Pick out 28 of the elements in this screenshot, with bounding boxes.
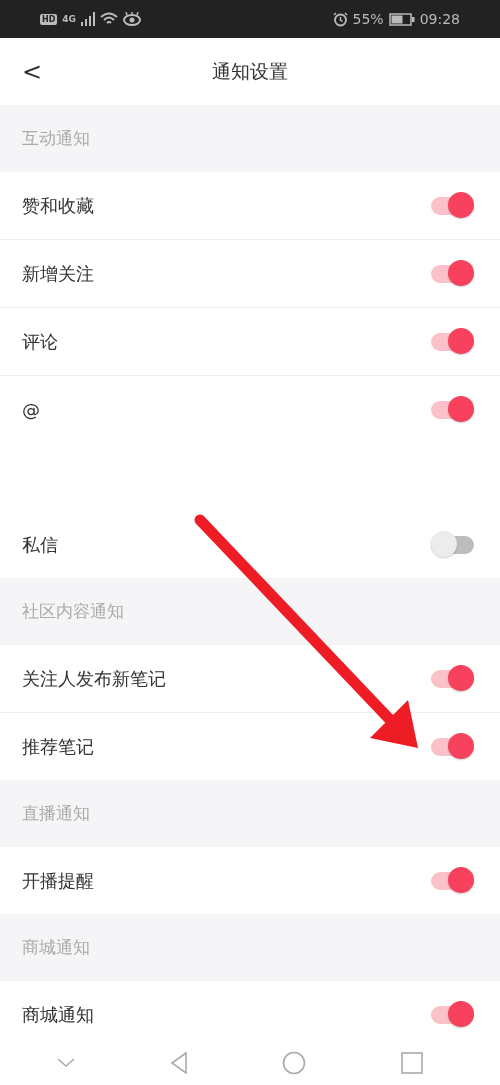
back-triangle-icon[interactable] [169, 1051, 188, 1074]
section-title: 商城通知 [22, 936, 90, 959]
back-button[interactable]: < [14, 56, 51, 88]
recent-square-icon[interactable] [400, 1051, 423, 1074]
alarm-icon [332, 11, 348, 27]
signal-icon [81, 12, 95, 26]
setting-label: 开播提醒 [22, 868, 94, 893]
section-title: 社区内容通知 [22, 600, 124, 623]
setting-label: 评论 [22, 329, 58, 354]
network-label: 4G [62, 14, 76, 24]
section-title: 互动通知 [22, 127, 90, 150]
setting-label: @ [22, 399, 40, 420]
chevron-down-icon[interactable] [57, 1057, 76, 1068]
setting-label: 私信 [22, 532, 58, 557]
setting-label: 关注人发布新笔记 [22, 666, 166, 691]
eye-icon [123, 12, 141, 26]
setting-label: 商城通知 [22, 1002, 94, 1027]
section-title: 直播通知 [22, 802, 90, 825]
setting-label: 新增关注 [22, 261, 94, 286]
setting-label: 推荐笔记 [22, 734, 94, 759]
battery-icon [388, 12, 415, 26]
battery-percent: 55% [352, 11, 384, 27]
home-circle-icon[interactable] [282, 1050, 307, 1075]
page-title: 通知设置 [212, 58, 288, 84]
setting-label: 赞和收藏 [22, 193, 94, 218]
hd-badge: HD [40, 13, 58, 25]
clock-time: 09:28 [419, 11, 460, 27]
wifi-icon [100, 12, 118, 26]
